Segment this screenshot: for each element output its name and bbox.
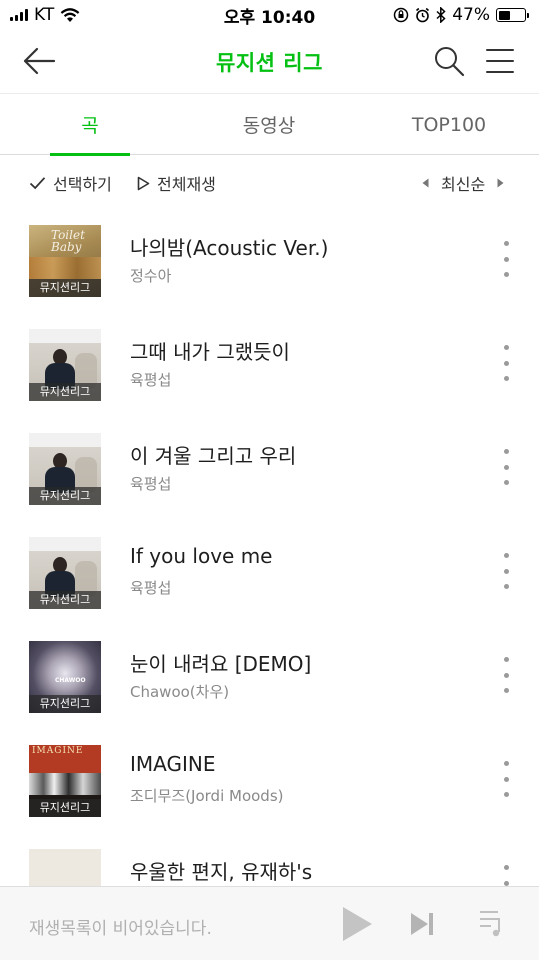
song-row[interactable]: IMAGINE 뮤지션리그 IMAGINE 조디무즈(Jordi Moods)	[0, 730, 539, 834]
app-screen: KT 오후 10:40 47% 뮤지션 리그 곡 동영상 TOP100 선택하기…	[0, 0, 539, 960]
carrier-label: KT	[34, 5, 55, 25]
song-artist: 조디무즈(Jordi Moods)	[130, 787, 284, 805]
app-header: 뮤지션 리그	[0, 30, 539, 93]
song-title: If you love me	[130, 544, 273, 568]
album-badge: 뮤지션리그	[29, 383, 101, 401]
tab-videos[interactable]: 동영상	[224, 94, 314, 155]
tab-top100-label: TOP100	[411, 113, 487, 136]
song-row[interactable]: CHAWOO 뮤지션리그 눈이 내려요 [DEMO] Chawoo(차우)	[0, 626, 539, 730]
check-icon	[29, 177, 46, 190]
select-button[interactable]: 선택하기	[29, 171, 112, 195]
song-title: 나의밤(Acoustic Ver.)	[130, 236, 329, 260]
album-art[interactable]: 뮤지션리그	[29, 537, 101, 609]
song-title: IMAGINE	[130, 752, 216, 776]
list-toolbar: 선택하기 전체재생 최신순	[0, 162, 539, 202]
album-art[interactable]: 뮤지션리그	[29, 329, 101, 401]
album-art[interactable]: Toilet Baby 뮤지션리그	[29, 225, 101, 297]
hamburger-menu-icon[interactable]	[485, 47, 515, 75]
song-artist: 육평섭	[130, 579, 172, 597]
album-badge: 뮤지션리그	[29, 695, 101, 713]
song-row[interactable]: 뮤지션리그 그때 내가 그랬듯이 육평섭	[0, 314, 539, 418]
status-bar: KT 오후 10:40 47%	[0, 0, 539, 30]
song-artist: 육평섭	[130, 371, 172, 389]
alarm-icon	[416, 7, 430, 23]
back-arrow-icon[interactable]	[22, 46, 56, 76]
play-outline-icon	[137, 176, 150, 190]
select-label: 선택하기	[53, 175, 112, 194]
more-options-icon[interactable]	[494, 449, 518, 485]
play-all-label: 전체재생	[157, 175, 216, 194]
orientation-lock-icon	[393, 7, 409, 23]
more-options-icon[interactable]	[494, 345, 518, 381]
bluetooth-icon	[436, 7, 446, 23]
song-title: 우울한 편지, 유재하's	[130, 860, 313, 884]
sort-selector[interactable]: 최신순	[422, 171, 504, 195]
song-row[interactable]: 뮤지션리그 If you love me 육평섭	[0, 522, 539, 626]
page-title: 뮤지션 리그	[216, 50, 323, 75]
song-row[interactable]: 뮤지션리그 이 겨울 그리고 우리 육평섭	[0, 418, 539, 522]
sort-next-icon[interactable]	[497, 178, 504, 188]
album-art[interactable]: IMAGINE 뮤지션리그	[29, 745, 101, 817]
playlist-icon[interactable]	[478, 908, 506, 938]
tab-songs[interactable]: 곡	[50, 94, 130, 156]
mini-player: 재생목록이 비어있습니다.	[0, 886, 539, 960]
wifi-icon	[60, 7, 80, 22]
search-icon[interactable]	[433, 45, 465, 77]
next-track-icon[interactable]	[409, 910, 435, 938]
song-artist: Chawoo(차우)	[130, 683, 230, 701]
album-art[interactable]: 뮤지션리그	[29, 433, 101, 505]
tab-songs-label: 곡	[81, 115, 99, 137]
tab-bar: 곡 동영상 TOP100	[0, 93, 539, 156]
song-title: 이 겨울 그리고 우리	[130, 444, 297, 468]
tab-active-indicator	[50, 153, 130, 156]
tab-videos-label: 동영상	[242, 115, 296, 137]
album-badge: 뮤지션리그	[29, 487, 101, 505]
more-options-icon[interactable]	[494, 241, 518, 277]
album-cover-text: IMAGINE	[32, 746, 84, 756]
album-badge: 뮤지션리그	[29, 799, 101, 817]
more-options-icon[interactable]	[494, 761, 518, 797]
album-badge: 뮤지션리그	[29, 279, 101, 297]
sort-label: 최신순	[441, 175, 486, 194]
album-cover-text: Toilet Baby	[51, 228, 85, 254]
sort-prev-icon[interactable]	[422, 178, 429, 188]
more-options-icon[interactable]	[494, 657, 518, 693]
signal-icon	[10, 9, 28, 21]
more-options-icon[interactable]	[494, 553, 518, 589]
song-title: 눈이 내려요 [DEMO]	[130, 652, 312, 676]
song-artist: 육평섭	[130, 475, 172, 493]
play-all-button[interactable]: 전체재생	[137, 171, 216, 195]
battery-percent: 47%	[452, 5, 490, 25]
song-row[interactable]: Toilet Baby 뮤지션리그 나의밤(Acoustic Ver.) 정수아	[0, 210, 539, 314]
album-art[interactable]: CHAWOO 뮤지션리그	[29, 641, 101, 713]
battery-icon	[496, 8, 529, 22]
play-icon[interactable]	[340, 905, 374, 943]
song-title: 그때 내가 그랬듯이	[130, 340, 290, 364]
album-cover-text: CHAWOO	[55, 677, 86, 684]
song-artist: 정수아	[130, 267, 172, 285]
album-badge: 뮤지션리그	[29, 591, 101, 609]
status-left: KT	[10, 5, 80, 25]
status-right: 47%	[393, 5, 529, 25]
playlist-empty-text: 재생목록이 비어있습니다.	[29, 919, 212, 939]
tab-top100[interactable]: TOP100	[400, 94, 498, 155]
